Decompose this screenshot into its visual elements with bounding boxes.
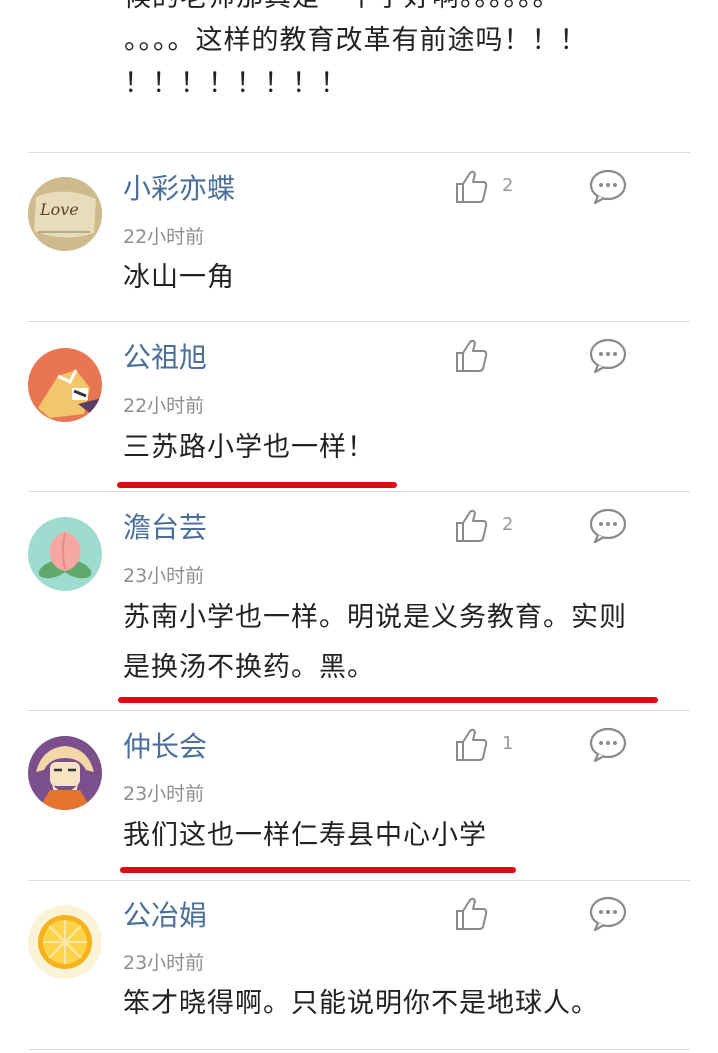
thumbs-up-icon	[456, 170, 488, 203]
comment-item: 公祖旭 22小时前 三苏路小学也一样！	[0, 322, 718, 491]
username[interactable]: 公冶娟	[123, 899, 207, 933]
timestamp: 22小时前	[123, 395, 205, 417]
like-count: 2	[502, 175, 514, 196]
thumbs-up-icon	[456, 897, 488, 930]
love-note-avatar[interactable]: Love	[28, 177, 102, 251]
old-man-avatar[interactable]	[28, 736, 102, 810]
partial-comment-line: ！！！！！！！！	[124, 68, 348, 99]
comment-text: 冰山一角	[123, 262, 235, 293]
orange-slice-avatar[interactable]	[28, 905, 102, 979]
comment-text: 笨才晓得啊。只能说明你不是地球人。	[123, 988, 599, 1019]
thumbs-up-icon	[456, 339, 488, 372]
comment-item: 澹台芸 23小时前 苏南小学也一样。明说是义务教育。实则 是换汤不换药。黑。 2	[0, 492, 718, 710]
username[interactable]: 公祖旭	[123, 341, 207, 375]
comment-item: 公冶娟 23小时前 笨才晓得啊。只能说明你不是地球人。	[0, 881, 718, 1053]
timestamp: 23小时前	[123, 952, 205, 974]
username[interactable]: 小彩亦蝶	[123, 172, 235, 206]
partial-comment-line: 候的老师那真是一个字好啊。。。。。。	[124, 0, 684, 19]
username[interactable]: 澹台芸	[123, 511, 207, 545]
thumbs-up-icon	[456, 509, 488, 542]
reply-bubble-icon[interactable]	[588, 168, 628, 204]
comment-text: 苏南小学也一样。明说是义务教育。实则 是换汤不换药。黑。	[123, 593, 683, 693]
reply-bubble-icon[interactable]	[588, 895, 628, 931]
timestamp: 23小时前	[123, 783, 205, 805]
thumbs-up-icon	[456, 728, 488, 761]
reply-bubble-icon[interactable]	[588, 337, 628, 373]
comment-text-line: 是换汤不换药。黑。	[123, 652, 375, 683]
comment-text: 三苏路小学也一样！	[123, 432, 375, 463]
red-underline-annotation	[118, 697, 658, 703]
timestamp: 23小时前	[123, 565, 205, 587]
comment-item: Love 小彩亦蝶 22小时前 冰山一角 2	[0, 153, 718, 321]
timestamp: 22小时前	[123, 226, 205, 248]
divider	[28, 1049, 690, 1050]
svg-text:Love: Love	[39, 200, 79, 219]
like-count: 1	[502, 733, 514, 754]
like-count: 2	[502, 514, 514, 535]
comment-text: 我们这也一样仁寿县中心小学	[123, 820, 487, 851]
comment-item: 仲长会 23小时前 我们这也一样仁寿县中心小学 1	[0, 711, 718, 880]
cartoon-avatar[interactable]	[28, 348, 102, 422]
partial-comment-line: 。。。。这样的教育改革有前途吗！！！	[124, 25, 588, 56]
comment-text-line: 苏南小学也一样。明说是义务教育。实则	[123, 602, 627, 633]
username[interactable]: 仲长会	[123, 730, 207, 764]
reply-bubble-icon[interactable]	[588, 726, 628, 762]
reply-bubble-icon[interactable]	[588, 507, 628, 543]
red-underline-annotation	[120, 867, 516, 873]
peach-avatar[interactable]	[28, 517, 102, 591]
partial-comment-text: 候的老师那真是一个字好啊。。。。。。 。。。。这样的教育改革有前途吗！！！ ！！…	[124, 0, 684, 105]
red-underline-annotation	[117, 482, 397, 488]
